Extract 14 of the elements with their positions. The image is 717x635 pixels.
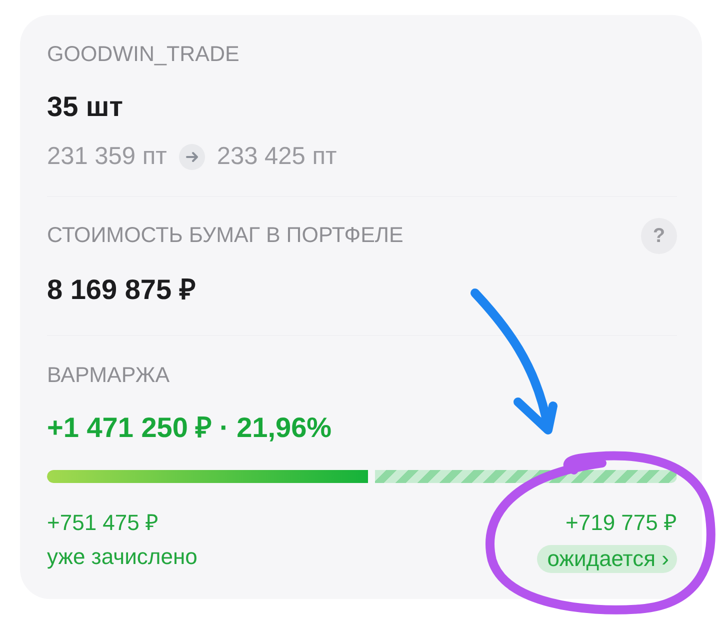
portfolio-value: 8 169 875 ₽ (47, 272, 196, 306)
pending-amount: +719 775 ₽ (566, 510, 677, 536)
credited-amount: +751 475 ₽ (47, 510, 158, 536)
pending-badge[interactable]: ожидается › (537, 544, 677, 572)
price-value: 231 359 пт (47, 142, 167, 171)
section-label: СТОИМОСТЬ БУМАГ В ПОРТФЕЛЕ (47, 223, 404, 248)
arrow-right-icon (178, 144, 205, 170)
ticker-label: GOODWIN_TRADE (47, 42, 240, 67)
price-value: 233 425 пт (216, 142, 337, 171)
margin-total: +1 471 250 ₽ · 21,96% (47, 410, 333, 444)
quantity-value: 35 шт (47, 90, 124, 124)
credited-label: уже зачислено (47, 544, 198, 570)
section-label: ВАРМАРЖА (47, 363, 171, 388)
help-button[interactable]: ? (641, 218, 677, 254)
